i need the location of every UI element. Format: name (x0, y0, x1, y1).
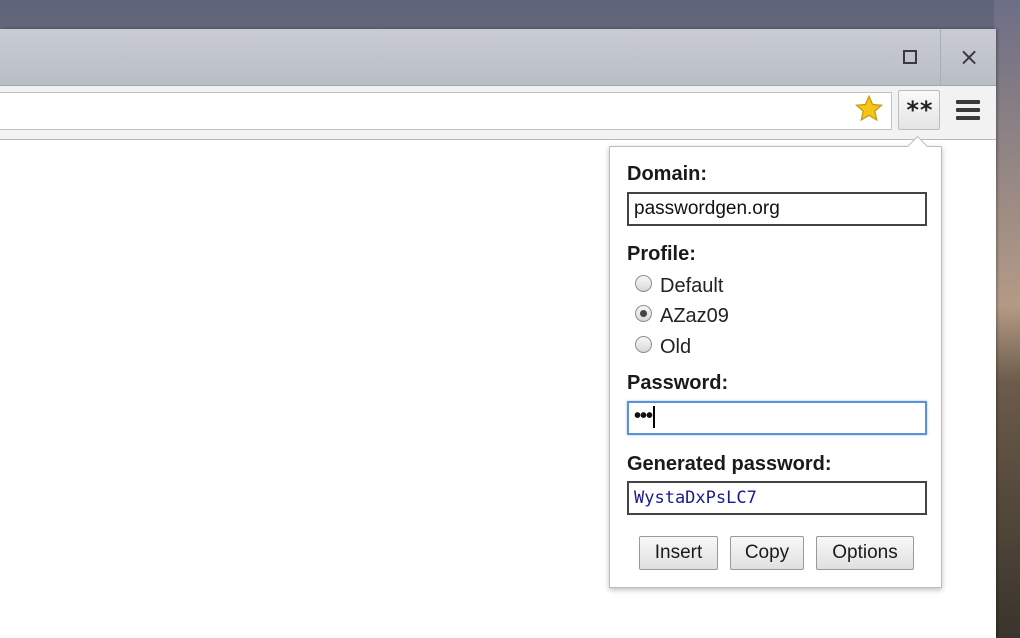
title-bar: × (0, 29, 996, 86)
maximize-button[interactable] (882, 29, 938, 85)
generated-password-field[interactable]: WystaDxPsLC7 (627, 481, 927, 515)
close-button[interactable]: × (940, 29, 997, 85)
radio-azaz09[interactable] (635, 304, 652, 322)
radio-default[interactable] (635, 274, 652, 292)
extension-label: ** (905, 96, 934, 124)
options-button[interactable]: Options (816, 536, 914, 570)
domain-field[interactable]: passwordgen.org (627, 192, 927, 226)
domain-label: Domain: (627, 163, 707, 185)
password-masked-value: ••• (634, 405, 653, 427)
address-bar[interactable] (0, 92, 892, 130)
browser-toolbar: ** (0, 86, 996, 140)
text-caret (653, 405, 656, 428)
profile-option-old[interactable]: Old (635, 334, 691, 360)
password-label: Password: (627, 372, 729, 394)
radio-default-label: Default (660, 274, 724, 297)
profile-option-azaz09[interactable]: AZaz09 (635, 303, 729, 329)
maximize-icon (903, 50, 917, 64)
radio-old-label: Old (660, 335, 692, 358)
bookmark-star-icon[interactable] (854, 94, 884, 124)
password-field[interactable]: ••• (627, 401, 927, 435)
close-icon: × (958, 43, 980, 71)
desktop-wallpaper-edge (994, 0, 1020, 638)
generated-password-label: Generated password: (627, 453, 832, 475)
radio-azaz09-label: AZaz09 (660, 304, 729, 327)
extension-popup: Domain: passwordgen.org Profile: Default… (609, 146, 942, 588)
hamburger-menu-icon[interactable] (956, 100, 982, 122)
radio-old[interactable] (635, 335, 652, 353)
copy-button[interactable]: Copy (730, 536, 804, 570)
profile-option-default[interactable]: Default (635, 273, 723, 299)
insert-button[interactable]: Insert (639, 536, 718, 570)
password-extension-button[interactable]: ** (898, 90, 940, 130)
profile-label: Profile: (627, 243, 696, 265)
